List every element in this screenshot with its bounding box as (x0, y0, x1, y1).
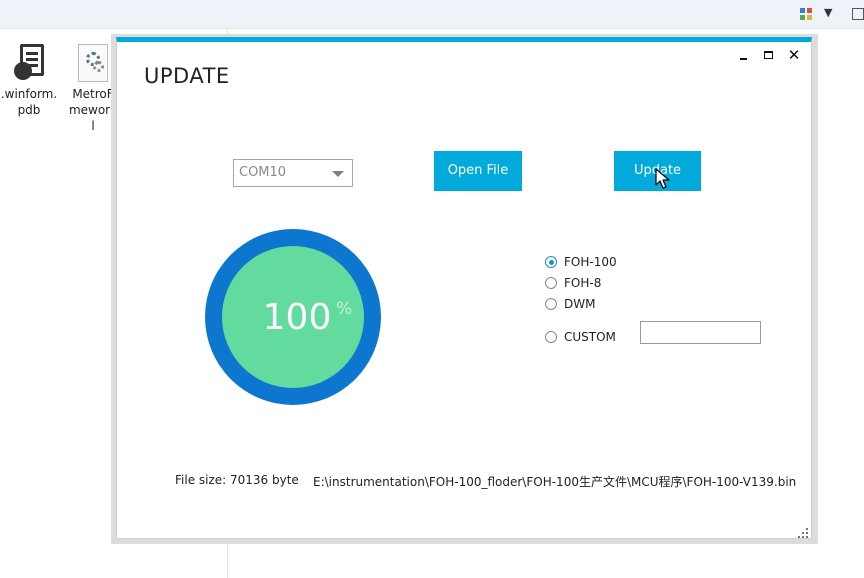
radio-icon[interactable] (545, 256, 557, 268)
chevron-down-icon[interactable]: ▼ (824, 6, 832, 19)
mouse-cursor-icon (655, 168, 670, 189)
update-dialog: UPDATE ✕ COM10 Open File Update 100 % FO… (116, 37, 812, 539)
device-option-label: CUSTOM (564, 330, 616, 344)
maximize-icon (764, 51, 773, 59)
close-icon: ✕ (787, 46, 801, 64)
explorer-toolbar: ▼ (0, 0, 864, 29)
file-path-label: E:\instrumentation\FOH-100_floder\FOH-10… (313, 475, 797, 489)
file-name-line: .winform. (0, 87, 58, 101)
dialog-title: UPDATE (144, 64, 230, 88)
preview-pane-icon[interactable] (852, 8, 864, 20)
file-size-label: File size: 70136 byte (175, 473, 299, 487)
device-option-label: FOH-8 (564, 276, 602, 290)
radio-icon[interactable] (545, 298, 557, 310)
com-port-select[interactable]: COM10 (233, 159, 353, 187)
progress-ring: 100 % (205, 229, 381, 405)
config-file-icon (78, 44, 108, 82)
progress-unit: % (336, 299, 353, 319)
open-file-button[interactable]: Open File (434, 151, 522, 191)
device-option-label: DWM (564, 297, 596, 311)
custom-device-input[interactable] (640, 321, 761, 344)
view-options-icon[interactable] (800, 8, 813, 21)
device-option-label: FOH-100 (564, 255, 617, 269)
radio-icon[interactable] (545, 331, 557, 343)
document-file-icon (14, 44, 44, 82)
close-button[interactable]: ✕ (786, 46, 802, 64)
chevron-down-icon (332, 171, 344, 177)
desktop-file-pdb[interactable]: .winform. pdb (0, 44, 58, 118)
minimize-icon (740, 58, 747, 60)
resize-grip-icon[interactable] (798, 528, 808, 538)
radio-icon[interactable] (545, 277, 557, 289)
minimize-button[interactable] (736, 48, 752, 62)
com-port-value: COM10 (239, 165, 287, 180)
file-name-line: pdb (17, 103, 41, 117)
maximize-button[interactable] (761, 48, 777, 62)
progress-fill: 100 % (222, 246, 364, 388)
